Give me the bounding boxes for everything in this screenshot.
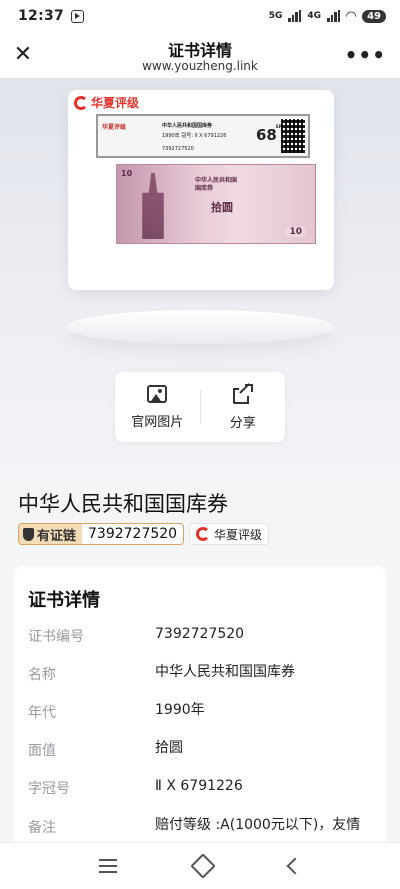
certificate-details-card: 证书详情 证书编号 7392727520 名称 中华人民共和国国库券 年代 19… (14, 566, 386, 866)
note-corner-value: 10 (121, 169, 133, 178)
signal-icon-2 (327, 10, 341, 22)
detail-key: 备注 (28, 820, 56, 836)
page-title: 证书详情 (167, 41, 232, 60)
cert-chain-badge[interactable]: 有证链 7392727520 (18, 523, 185, 545)
official-image-button[interactable]: 官网图片 (115, 372, 200, 442)
battery-indicator: 49 (362, 9, 386, 23)
more-options-icon[interactable]: ••• (345, 43, 386, 67)
status-time: 12:37 (18, 8, 65, 24)
label-cert: 7392727520 (162, 146, 194, 152)
note-value: 拾圆 (211, 201, 233, 214)
brand-logo-icon (74, 95, 88, 110)
status-indicators: 5G 4G ◠ 49 (269, 9, 386, 24)
page-url: www.youzheng.link (142, 59, 258, 73)
chain-label: 有证链 (19, 524, 83, 544)
menu-icon[interactable] (98, 859, 117, 873)
detail-value: Ⅱ X 6791226 (155, 778, 243, 794)
top-nav-bar: ✕ 证书详情 www.youzheng.link ••• (0, 32, 400, 78)
note-line-2: 国库券 (195, 185, 214, 192)
hero-actions: 官网图片 分享 (115, 372, 285, 442)
graded-slab-image[interactable]: 华夏评级 华夏评级 中华人民共和国国库券 1990年 冠号: II X 6791… (68, 90, 334, 290)
home-icon[interactable] (190, 853, 216, 879)
label-year-serial: 1990年 冠号: II X 6791226 (162, 132, 226, 139)
image-icon (147, 384, 168, 403)
detail-key: 年代 (28, 705, 56, 721)
official-image-label: 官网图片 (131, 414, 184, 430)
detail-value: 赔付等级 :A(1000元以下)，友情 (155, 817, 361, 833)
back-icon[interactable] (286, 857, 304, 875)
display-pedestal (66, 310, 334, 344)
share-button[interactable]: 分享 (201, 372, 286, 442)
label-grade: 68 (256, 126, 277, 144)
label-serial: 冠号: II X 6791226 (181, 133, 227, 139)
brand-logo-icon (196, 527, 210, 541)
shield-icon (23, 527, 34, 541)
media-notification-icon (71, 9, 85, 23)
detail-value: 7392727520 (155, 626, 245, 642)
detail-key: 证书编号 (28, 629, 84, 645)
note-corner-value-2: 10 (286, 227, 305, 237)
qr-code-icon (281, 119, 305, 153)
wifi-icon: ◠ (346, 8, 357, 24)
label-name: 中华人民共和国国库券 (162, 123, 213, 129)
cert-number-badge: 7392727520 (82, 524, 184, 544)
label-year: 1990年 (162, 133, 180, 139)
label-brand: 华夏评级 (102, 124, 127, 131)
banknote-image: 10 中华人民共和国 国库券 拾圆 10 (116, 164, 316, 244)
share-label: 分享 (229, 415, 256, 431)
slab-label: 华夏评级 中华人民共和国国库券 1990年 冠号: II X 6791226 7… (96, 114, 310, 158)
detail-value: 中华人民共和国国库券 (155, 664, 295, 680)
status-bar: 12:37 5G 4G ◠ 49 (0, 0, 400, 32)
detail-key: 字冠号 (28, 781, 70, 797)
product-title: 中华人民共和国国库券 (18, 492, 228, 516)
network-5g-label: 5G (268, 11, 283, 21)
details-title: 证书详情 (28, 590, 100, 611)
grading-brand-badge[interactable]: 华夏评级 (189, 523, 270, 545)
network-4g-label: 4G (307, 11, 322, 21)
detail-key: 面值 (28, 743, 56, 759)
detail-key: 名称 (28, 667, 56, 683)
monument-image (142, 173, 164, 239)
slab-brand-text: 华夏评级 (91, 96, 140, 110)
share-icon (232, 382, 253, 404)
hero-section: 华夏评级 华夏评级 中华人民共和国国库券 1990年 冠号: II X 6791… (0, 78, 400, 478)
detail-value: 拾圆 (155, 740, 183, 756)
detail-value: 1990年 (155, 702, 205, 718)
signal-icon (288, 10, 302, 22)
system-nav-bar (0, 842, 400, 889)
product-header: 中华人民共和国国库券 有证链 7392727520 华夏评级 (0, 478, 400, 562)
brand-badge-text: 华夏评级 (214, 527, 263, 542)
chain-label-text: 有证链 (37, 528, 77, 544)
slab-brand-logo: 华夏评级 (74, 94, 139, 111)
